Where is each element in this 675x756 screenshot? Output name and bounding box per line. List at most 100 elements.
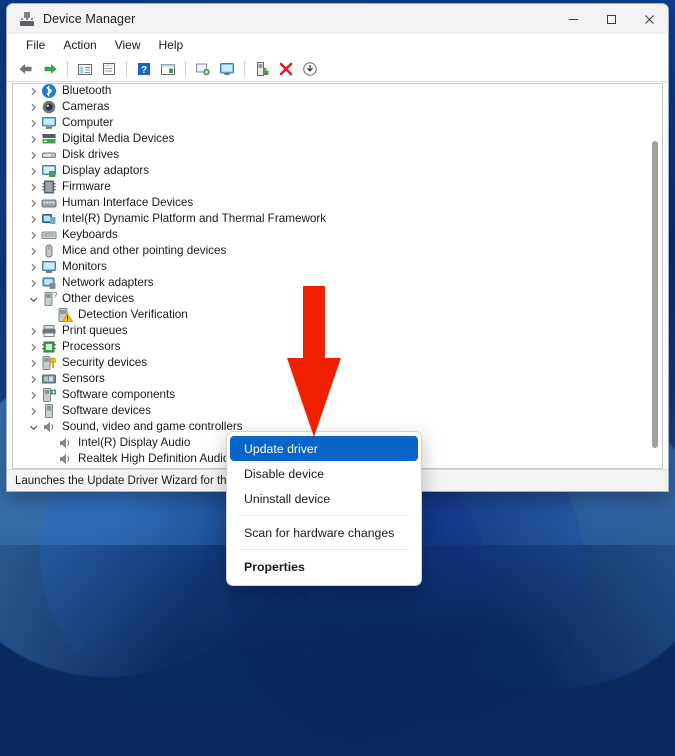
chevron-right-icon[interactable] bbox=[25, 199, 41, 208]
firmware-icon bbox=[41, 179, 57, 195]
show-hidden-devices-icon[interactable] bbox=[157, 58, 179, 80]
window-controls bbox=[554, 4, 668, 34]
tree-item[interactable]: Monitors bbox=[13, 259, 662, 275]
context-menu-item[interactable]: Uninstall device bbox=[230, 486, 418, 511]
chevron-right-icon[interactable] bbox=[25, 215, 41, 224]
window-title: Device Manager bbox=[43, 12, 135, 26]
chevron-right-icon[interactable] bbox=[25, 407, 41, 416]
maximize-button[interactable] bbox=[592, 4, 630, 34]
chevron-right-icon[interactable] bbox=[25, 119, 41, 128]
tree-item-label: Detection Verification bbox=[78, 307, 188, 323]
tree-item-label: Digital Media Devices bbox=[62, 131, 174, 147]
toolbar-separator bbox=[126, 61, 127, 77]
chevron-right-icon[interactable] bbox=[25, 183, 41, 192]
context-menu-item[interactable]: Update driver bbox=[230, 436, 418, 461]
tree-item-label: Sensors bbox=[62, 371, 105, 387]
chevron-right-icon[interactable] bbox=[25, 279, 41, 288]
svg-text:!: ! bbox=[66, 315, 68, 322]
tree-item[interactable]: Firmware bbox=[13, 179, 662, 195]
toolbar-separator bbox=[67, 61, 68, 77]
chevron-right-icon[interactable] bbox=[25, 151, 41, 160]
menu-action[interactable]: Action bbox=[54, 36, 105, 54]
bluetooth-icon bbox=[41, 83, 57, 99]
context-menu-item[interactable]: Disable device bbox=[230, 461, 418, 486]
forward-arrow-icon[interactable] bbox=[39, 58, 61, 80]
sensor-icon bbox=[41, 371, 57, 387]
chevron-right-icon[interactable] bbox=[25, 359, 41, 368]
tree-item-label: Software devices bbox=[62, 403, 151, 419]
chevron-down-icon[interactable] bbox=[25, 295, 41, 304]
tree-item-label: Sound, video and game controllers bbox=[62, 419, 243, 435]
chevron-right-icon[interactable] bbox=[25, 327, 41, 336]
tree-item-label: Firmware bbox=[62, 179, 111, 195]
toolbar-separator bbox=[185, 61, 186, 77]
chevron-right-icon[interactable] bbox=[25, 167, 41, 176]
context-menu-item[interactable]: Properties bbox=[230, 554, 418, 579]
tree-item-label: Computer bbox=[62, 115, 113, 131]
tree-item[interactable]: Keyboards bbox=[13, 227, 662, 243]
scrollbar-thumb[interactable] bbox=[652, 141, 658, 448]
toolbar-separator bbox=[244, 61, 245, 77]
computer-icon bbox=[41, 115, 57, 131]
chevron-right-icon[interactable] bbox=[25, 343, 41, 352]
media-device-icon bbox=[41, 131, 57, 147]
help-icon[interactable]: ? bbox=[133, 58, 155, 80]
context-menu[interactable]: Update driverDisable deviceUninstall dev… bbox=[226, 431, 422, 586]
properties-icon[interactable] bbox=[74, 58, 96, 80]
download-icon[interactable] bbox=[299, 58, 321, 80]
chevron-right-icon[interactable] bbox=[25, 391, 41, 400]
svg-text:?: ? bbox=[141, 65, 147, 76]
network-adapter-icon bbox=[41, 275, 57, 291]
context-menu-item[interactable]: Scan for hardware changes bbox=[230, 520, 418, 545]
chevron-right-icon[interactable] bbox=[25, 135, 41, 144]
speaker-icon bbox=[57, 435, 73, 451]
chevron-right-icon[interactable] bbox=[25, 375, 41, 384]
chevron-right-icon[interactable] bbox=[25, 87, 41, 96]
processor-icon bbox=[41, 339, 57, 355]
tree-item[interactable]: Human Interface Devices bbox=[13, 195, 662, 211]
close-button[interactable] bbox=[630, 4, 668, 34]
speaker-icon bbox=[41, 419, 57, 435]
tree-item[interactable]: Cameras bbox=[13, 99, 662, 115]
monitor-icon[interactable] bbox=[216, 58, 238, 80]
camera-icon bbox=[41, 99, 57, 115]
tree-item[interactable]: Computer bbox=[13, 115, 662, 131]
hid-icon bbox=[41, 195, 57, 211]
minimize-button[interactable] bbox=[554, 4, 592, 34]
enable-device-icon[interactable] bbox=[251, 58, 273, 80]
menu-view[interactable]: View bbox=[106, 36, 150, 54]
tree-item[interactable]: Bluetooth bbox=[13, 83, 662, 99]
scan-hardware-changes-icon[interactable] bbox=[192, 58, 214, 80]
keyboard-icon bbox=[41, 227, 57, 243]
tree-item-label: Software components bbox=[62, 387, 175, 403]
chevron-right-icon[interactable] bbox=[25, 103, 41, 112]
security-device-icon bbox=[41, 355, 57, 371]
tree-item-label: Disk drives bbox=[62, 147, 119, 163]
chevron-right-icon[interactable] bbox=[25, 231, 41, 240]
tree-item[interactable]: Digital Media Devices bbox=[13, 131, 662, 147]
uninstall-device-icon[interactable] bbox=[275, 58, 297, 80]
tree-item[interactable]: Intel(R) Dynamic Platform and Thermal Fr… bbox=[13, 211, 662, 227]
vertical-scrollbar[interactable] bbox=[648, 85, 661, 467]
tree-item-label: Network adapters bbox=[62, 275, 154, 291]
printer-icon bbox=[41, 323, 57, 339]
tree-item[interactable]: Mice and other pointing devices bbox=[13, 243, 662, 259]
tree-item[interactable]: Disk drives bbox=[13, 147, 662, 163]
toolbar: ? bbox=[7, 56, 668, 82]
tree-item-label: Intel(R) Dynamic Platform and Thermal Fr… bbox=[62, 211, 326, 227]
chevron-down-icon[interactable] bbox=[25, 423, 41, 432]
tree-item-label: Monitors bbox=[62, 259, 107, 275]
tree-item-label: Keyboards bbox=[62, 227, 118, 243]
menu-help[interactable]: Help bbox=[150, 36, 193, 54]
chevron-right-icon[interactable] bbox=[25, 263, 41, 272]
tree-item-label: Display adaptors bbox=[62, 163, 149, 179]
menu-file[interactable]: File bbox=[17, 36, 54, 54]
tree-item-label: Processors bbox=[62, 339, 120, 355]
update-driver-icon[interactable] bbox=[98, 58, 120, 80]
tree-item-label: Intel(R) Display Audio bbox=[78, 435, 190, 451]
other-device-icon: ? bbox=[41, 291, 57, 307]
tree-item[interactable]: Display adaptors bbox=[13, 163, 662, 179]
back-arrow-icon[interactable] bbox=[15, 58, 37, 80]
tree-item-label: Human Interface Devices bbox=[62, 195, 193, 211]
chevron-right-icon[interactable] bbox=[25, 247, 41, 256]
